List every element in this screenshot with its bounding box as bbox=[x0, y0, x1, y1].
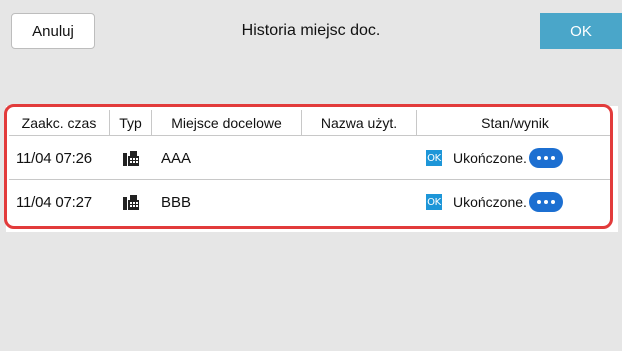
more-dot-icon bbox=[550, 156, 555, 160]
more-dot-icon bbox=[536, 200, 541, 204]
ok-button[interactable]: OK bbox=[540, 13, 622, 49]
ok-status-icon: OK bbox=[426, 194, 442, 210]
history-screen: Anuluj Historia miejsc doc. OK Zaakc. cz… bbox=[0, 0, 622, 351]
row-type bbox=[110, 137, 152, 179]
row-status: OK Ukończone. bbox=[417, 137, 613, 179]
table-header: Zaakc. czas Typ Miejsce docelowe Nazwa u… bbox=[9, 110, 613, 136]
fax-icon bbox=[123, 195, 139, 210]
more-dot-icon bbox=[550, 200, 555, 204]
details-button[interactable] bbox=[528, 148, 563, 168]
row-user bbox=[302, 181, 417, 223]
row-time: 11/04 07:26 bbox=[16, 149, 92, 167]
column-header-destination: Miejsce docelowe bbox=[152, 110, 302, 135]
column-header-user: Nazwa użyt. bbox=[302, 110, 417, 135]
fax-icon bbox=[123, 151, 139, 166]
more-dot-icon bbox=[543, 200, 548, 204]
cancel-button[interactable]: Anuluj bbox=[11, 13, 95, 49]
row-destination: AAA bbox=[161, 149, 192, 167]
history-table: Zaakc. czas Typ Miejsce docelowe Nazwa u… bbox=[0, 103, 622, 233]
row-destination: BBB bbox=[161, 193, 192, 211]
ok-status-icon: OK bbox=[426, 150, 442, 166]
column-header-type: Typ bbox=[110, 110, 152, 135]
status-text: Ukończone. bbox=[453, 194, 527, 210]
table-row[interactable]: 11/04 07:27 BBB OK Ukończone. bbox=[9, 181, 613, 223]
header-bar: Anuluj Historia miejsc doc. OK bbox=[0, 0, 622, 62]
details-button[interactable] bbox=[528, 192, 563, 212]
page-title: Historia miejsc doc. bbox=[241, 22, 381, 39]
table-row[interactable]: 11/04 07:26 AAA OK Ukończone. bbox=[9, 137, 613, 180]
column-header-status: Stan/wynik bbox=[481, 114, 549, 131]
row-type bbox=[110, 181, 152, 223]
column-header-time: Zaakc. czas bbox=[9, 110, 110, 135]
more-dot-icon bbox=[536, 156, 541, 160]
status-text: Ukończone. bbox=[453, 150, 527, 166]
more-dot-icon bbox=[543, 156, 548, 160]
row-status: OK Ukończone. bbox=[417, 181, 613, 223]
row-user bbox=[302, 137, 417, 179]
row-time: 11/04 07:27 bbox=[16, 193, 92, 211]
